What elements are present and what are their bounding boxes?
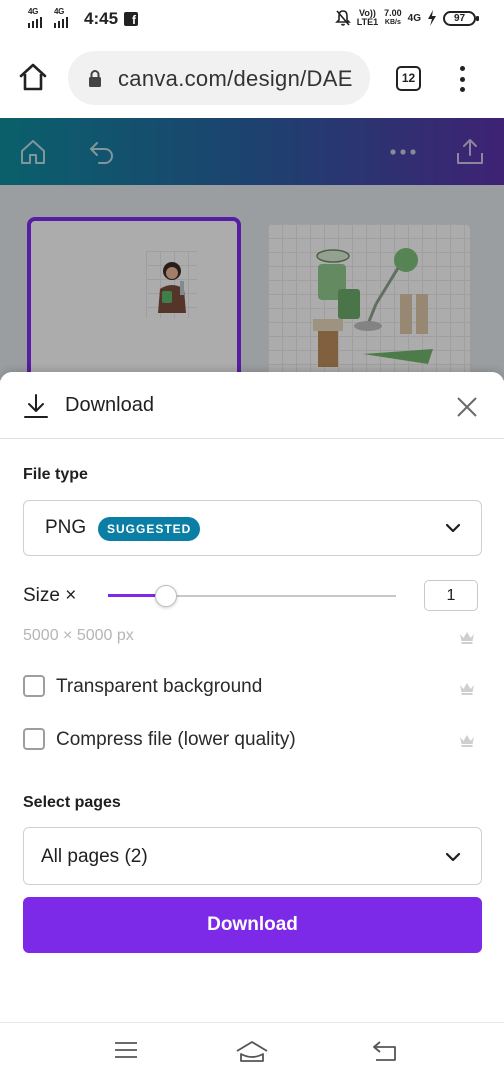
network-type-2: 4G	[54, 7, 65, 16]
more-vertical-icon[interactable]	[457, 66, 467, 92]
pages-value: All pages (2)	[41, 846, 148, 867]
menu-icon[interactable]	[114, 1040, 138, 1060]
crown-icon	[460, 632, 474, 644]
suggested-badge: SUGGESTED	[98, 517, 201, 541]
crown-icon	[460, 735, 474, 747]
status-left: 4G 4G 4:45 f	[28, 7, 139, 29]
status-bar: 4G 4G 4:45 f Vo)) LTE1 7.00 KB/s 4G 97	[0, 0, 504, 38]
speed-unit: KB/s	[384, 19, 401, 26]
tab-switcher-button[interactable]: 12	[396, 66, 421, 91]
mute-icon	[334, 10, 351, 26]
clock: 4:45	[84, 9, 119, 28]
url-text: canva.com/design/DAE	[118, 66, 353, 91]
panel-title: Download	[65, 394, 154, 416]
download-icon	[24, 394, 48, 418]
slider-thumb[interactable]	[155, 585, 177, 607]
browser-toolbar: canva.com/design/DAE 12	[0, 38, 504, 118]
battery-level: 97	[453, 12, 466, 24]
compress-file-checkbox[interactable]	[23, 728, 45, 750]
chevron-down-icon	[445, 523, 461, 533]
transparent-background-label[interactable]: Transparent background	[56, 676, 262, 698]
pages-select[interactable]: All pages (2)	[23, 827, 482, 885]
home-icon[interactable]	[18, 62, 48, 92]
network-type-3: 4G	[407, 12, 421, 24]
charging-icon	[428, 10, 436, 26]
transparent-background-checkbox[interactable]	[23, 675, 45, 697]
compress-file-label[interactable]: Compress file (lower quality)	[56, 729, 296, 751]
size-slider[interactable]	[108, 584, 396, 608]
dimensions-text: 5000 × 5000 px	[23, 627, 134, 644]
network-type-1: 4G	[28, 7, 39, 16]
system-nav-bar	[0, 1022, 504, 1080]
network-speed: 7.00 KB/s	[384, 9, 402, 27]
select-pages-label: Select pages	[23, 794, 121, 811]
modal-overlay[interactable]	[0, 118, 504, 380]
volte-bottom: LTE1	[356, 17, 379, 27]
signal-icon: 4G	[28, 7, 48, 28]
close-icon[interactable]	[456, 396, 478, 418]
size-label: Size ×	[23, 585, 77, 606]
chevron-down-icon	[445, 852, 461, 862]
file-type-label: File type	[23, 466, 88, 483]
status-right: Vo)) LTE1 7.00 KB/s 4G 97	[334, 9, 479, 27]
size-input[interactable]: 1	[424, 580, 478, 611]
tab-count: 12	[401, 71, 416, 85]
signal-icon: 4G	[54, 7, 74, 28]
crown-icon	[460, 683, 474, 695]
facebook-icon: f	[124, 12, 139, 26]
home-icon[interactable]	[235, 1040, 269, 1064]
download-panel: Download File type PNG SUGGESTED Size × …	[0, 372, 504, 1022]
size-value: 1	[446, 587, 456, 604]
back-icon[interactable]	[372, 1040, 398, 1062]
speed-value: 7.00	[384, 8, 402, 18]
file-type-select[interactable]: PNG SUGGESTED	[23, 500, 482, 556]
volte-indicator: Vo)) LTE1	[357, 9, 378, 27]
battery-icon: 97	[443, 10, 479, 26]
address-bar[interactable]: canva.com/design/DAE	[68, 51, 370, 105]
file-type-value: PNG	[45, 517, 87, 538]
download-panel-header: Download	[0, 372, 504, 439]
lock-icon	[89, 70, 101, 87]
download-button[interactable]: Download	[23, 897, 482, 953]
